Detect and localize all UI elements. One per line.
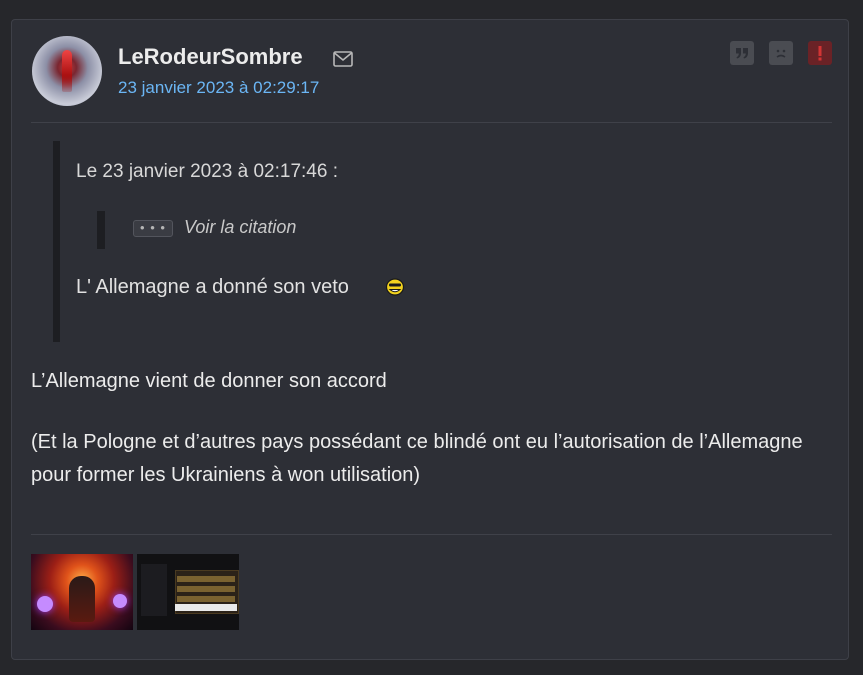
forum-post: LeRodeurSombre 23 janvier 2023 à 02:29:1… [11, 19, 849, 660]
attachment-thumbnail[interactable] [137, 554, 239, 630]
quoted-text: L' Allemagne a donné son veto [76, 276, 349, 298]
mail-icon[interactable] [333, 51, 353, 67]
report-icon [818, 46, 822, 61]
sad-face-icon [776, 49, 786, 58]
quote-icon [736, 48, 748, 59]
post-text-line: L’Allemagne vient de donner son accord [31, 370, 387, 392]
divider [31, 122, 832, 123]
report-button[interactable] [808, 41, 832, 65]
ellipsis-icon[interactable]: • • • [133, 220, 173, 237]
post-text-paragraph: (Et la Pologne et d’autres pays possédan… [31, 431, 803, 486]
username[interactable]: LeRodeurSombre [118, 44, 303, 70]
divider [31, 534, 832, 535]
avatar[interactable] [32, 36, 102, 106]
post-date-link[interactable]: 23 janvier 2023 à 02:29:17 [118, 78, 319, 98]
nested-quote-bar [97, 211, 105, 249]
sad-button[interactable] [769, 41, 793, 65]
blockquote-bar [53, 141, 60, 342]
quote-button[interactable] [730, 41, 754, 65]
quote-header: Le 23 janvier 2023 à 02:17:46 : [76, 161, 338, 182]
show-quote-link[interactable]: Voir la citation [184, 217, 296, 238]
attachment-thumbnail[interactable] [31, 554, 133, 630]
smiley-icon [385, 278, 405, 296]
